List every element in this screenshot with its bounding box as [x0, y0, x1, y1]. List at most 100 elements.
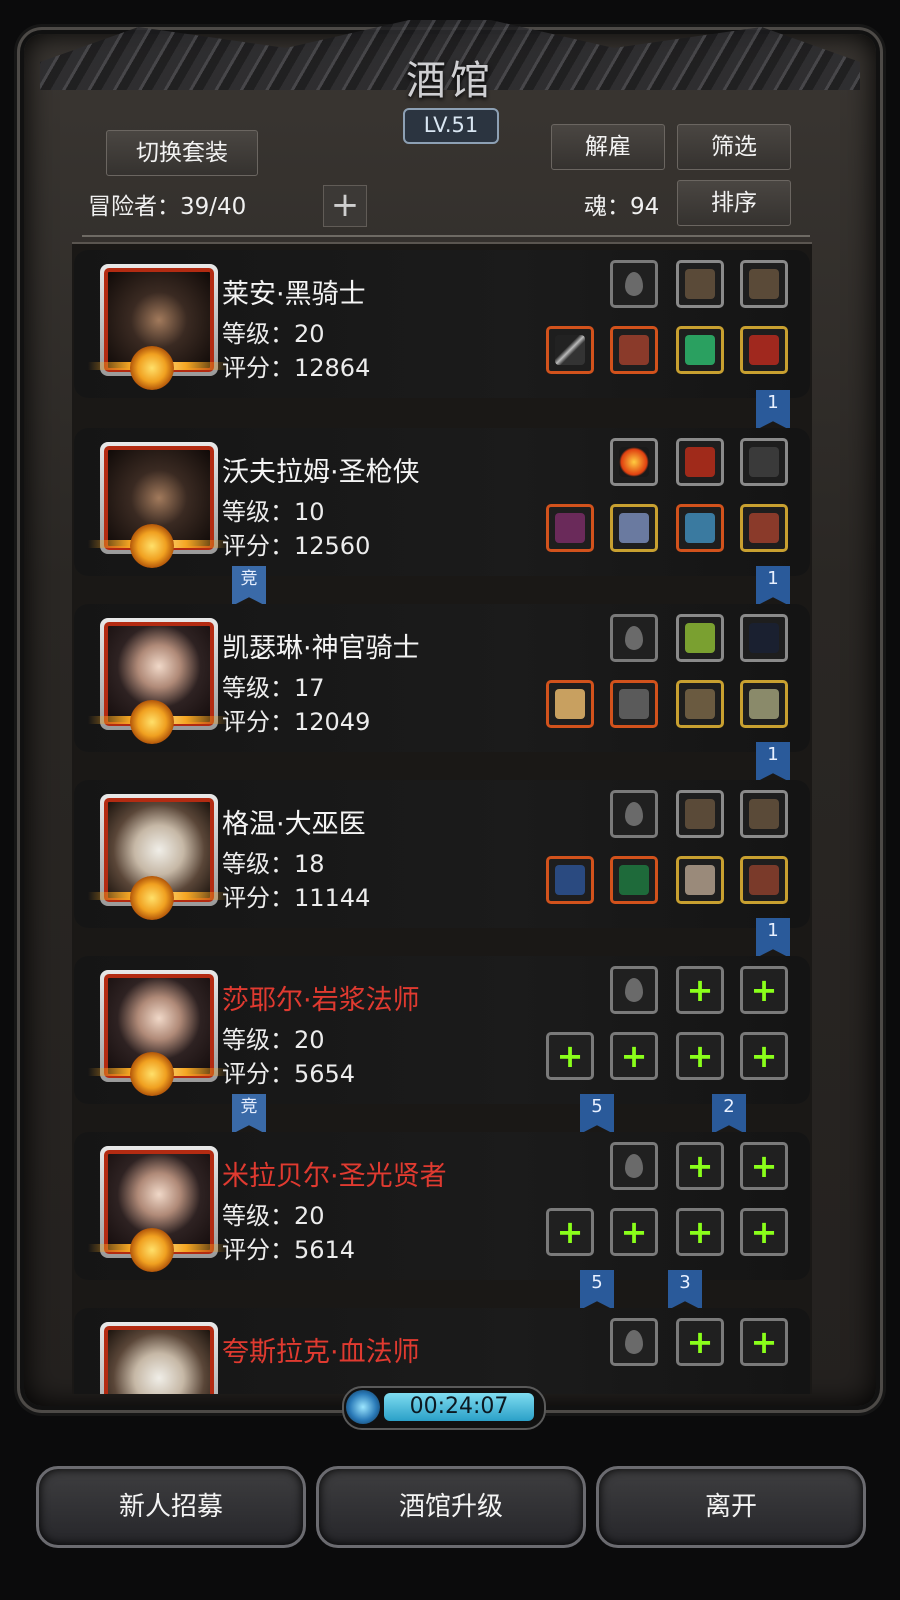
recruit-button[interactable]: 新人招募: [36, 1466, 306, 1548]
tier-ribbon: 5: [580, 1094, 614, 1134]
accessory-slot[interactable]: [740, 790, 788, 838]
totem-item-icon: [749, 865, 779, 895]
add-plus-icon: +: [750, 1323, 778, 1361]
hero-card[interactable]: 莎耶尔·岩浆法师 等级：20 评分：5654 + + + + + +: [74, 956, 810, 1104]
drop-icon: [625, 1154, 643, 1178]
amulet-slot[interactable]: [740, 856, 788, 904]
accessory-slot-empty[interactable]: +: [740, 1318, 788, 1366]
add-plus-icon: +: [750, 1037, 778, 1075]
amulet-item-icon: [749, 335, 779, 365]
ring-slot[interactable]: [676, 504, 724, 552]
hero-score: 评分：12560: [222, 532, 371, 560]
accessory-slot-empty[interactable]: +: [740, 966, 788, 1014]
ring-slot-empty[interactable]: +: [676, 1032, 724, 1080]
leave-button[interactable]: 离开: [596, 1466, 866, 1548]
hero-card[interactable]: 凯瑟琳·神官骑士 等级：17 评分：12049: [74, 604, 810, 752]
hero-level: 等级：18: [222, 850, 325, 878]
hero-portrait[interactable]: [100, 1322, 218, 1394]
weapon-slot[interactable]: [546, 856, 594, 904]
ring-slot[interactable]: [676, 326, 724, 374]
weapon-slot-empty[interactable]: +: [546, 1032, 594, 1080]
armor-slot-empty[interactable]: +: [610, 1208, 658, 1256]
accessory-slot-empty[interactable]: +: [740, 1142, 788, 1190]
blue-item-icon: [685, 513, 715, 543]
accessory-slot-empty[interactable]: +: [676, 966, 724, 1014]
armor-slot-empty[interactable]: +: [610, 1032, 658, 1080]
accessory-slot[interactable]: [740, 260, 788, 308]
armor-slot[interactable]: [610, 856, 658, 904]
skull-item-icon: [685, 865, 715, 895]
ring-slot[interactable]: [676, 856, 724, 904]
weapon-slot-empty[interactable]: +: [546, 1208, 594, 1256]
add-adventurer-slot-button[interactable]: +: [323, 185, 367, 227]
tavern-upgrade-button[interactable]: 酒馆升级: [316, 1466, 586, 1548]
rune-slot-empty[interactable]: [610, 790, 658, 838]
amulet-slot-empty[interactable]: +: [740, 1032, 788, 1080]
amulet-slot-empty[interactable]: +: [740, 1208, 788, 1256]
hero-card[interactable]: 莱安·黑骑士 等级：20 评分：12864: [74, 250, 810, 398]
hero-card[interactable]: 格温·大巫医 等级：18 评分：11144: [74, 780, 810, 928]
lantern-item-icon: [685, 623, 715, 653]
ring-slot[interactable]: [676, 680, 724, 728]
armor-slot[interactable]: [610, 326, 658, 374]
claw-item-icon: [685, 269, 715, 299]
accessory-slot-empty[interactable]: +: [676, 1142, 724, 1190]
relic-item-icon: [685, 447, 715, 477]
filter-button[interactable]: 筛选: [677, 124, 791, 170]
add-plus-icon: +: [686, 1037, 714, 1075]
hero-level: 等级：20: [222, 1026, 325, 1054]
tier-ribbon: 3: [668, 1270, 702, 1310]
weapon-slot[interactable]: [546, 680, 594, 728]
hero-level: 等级：17: [222, 674, 325, 702]
dismiss-button[interactable]: 解雇: [551, 124, 665, 170]
rune-slot-empty[interactable]: [610, 1318, 658, 1366]
hero-level: 等级：20: [222, 1202, 325, 1230]
amulet-slot[interactable]: [740, 326, 788, 374]
armor-slot[interactable]: [610, 680, 658, 728]
hero-score: 评分：5614: [222, 1236, 356, 1264]
rune-slot[interactable]: [610, 438, 658, 486]
hero-card[interactable]: 米拉贝尔·圣光贤者 等级：20 评分：5614 + + + + + +: [74, 1132, 810, 1280]
amulet-slot[interactable]: [740, 504, 788, 552]
amulet-slot[interactable]: [740, 680, 788, 728]
hero-card[interactable]: 沃夫拉姆·圣枪侠 等级：10 评分：12560: [74, 428, 810, 576]
claw-item-icon: [749, 269, 779, 299]
hero-name: 莱安·黑骑士: [222, 279, 366, 310]
armor-item-icon: [619, 513, 649, 543]
rank-emblem-icon: [130, 700, 174, 744]
weapon-slot[interactable]: [546, 326, 594, 374]
rune-slot-empty[interactable]: [610, 1142, 658, 1190]
claw-item-icon: [749, 799, 779, 829]
claw-item-icon: [685, 799, 715, 829]
accessory-slot-empty[interactable]: +: [676, 1318, 724, 1366]
staff-item-icon: [749, 623, 779, 653]
hero-level: 等级：10: [222, 498, 325, 526]
hero-list[interactable]: 莱安·黑骑士 等级：20 评分：12864 1 沃夫拉姆·圣枪侠 等级：10 评…: [72, 242, 812, 1394]
hero-name: 沃夫拉姆·圣枪侠: [222, 457, 420, 488]
add-plus-icon: +: [556, 1037, 584, 1075]
hero-card[interactable]: 夸斯拉克·血法师 + +: [74, 1308, 810, 1394]
armor-slot[interactable]: [610, 504, 658, 552]
shield-item-icon: [749, 689, 779, 719]
rune-slot-empty[interactable]: [610, 614, 658, 662]
accessory-slot[interactable]: [740, 614, 788, 662]
rune-slot-empty[interactable]: [610, 966, 658, 1014]
accessory-slot[interactable]: [676, 790, 724, 838]
arena-ribbon: 竞: [232, 1094, 266, 1134]
tier-ribbon: 1: [756, 566, 790, 606]
drop-icon: [625, 272, 643, 296]
ring-slot-empty[interactable]: +: [676, 1208, 724, 1256]
switch-outfit-button[interactable]: 切换套装: [106, 130, 258, 176]
rune-slot-empty[interactable]: [610, 260, 658, 308]
tier-ribbon: 1: [756, 742, 790, 782]
feather-item-icon: [749, 447, 779, 477]
accessory-slot[interactable]: [740, 438, 788, 486]
soul-count: 魂：94: [584, 194, 660, 220]
accessory-slot[interactable]: [676, 614, 724, 662]
sort-button[interactable]: 排序: [677, 180, 791, 226]
weapon-slot[interactable]: [546, 504, 594, 552]
rank-emblem-icon: [130, 1052, 174, 1096]
accessory-slot[interactable]: [676, 438, 724, 486]
accessory-slot[interactable]: [676, 260, 724, 308]
hero-name: 凯瑟琳·神官骑士: [222, 633, 420, 664]
